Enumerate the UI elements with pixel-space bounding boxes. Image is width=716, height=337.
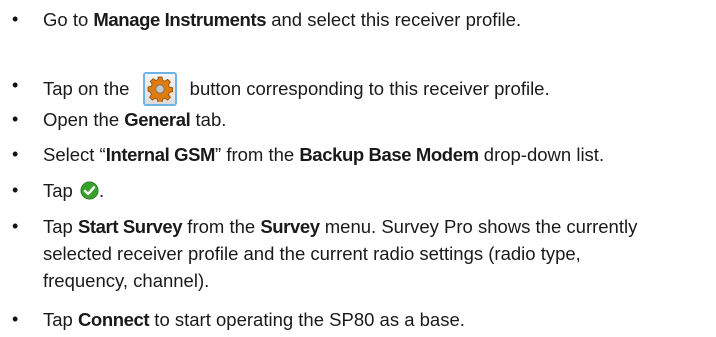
step-text-part: tab. — [190, 109, 227, 130]
ui-term: Manage Instruments — [93, 9, 267, 30]
ui-term: Connect — [77, 309, 150, 330]
bullet: • — [12, 309, 19, 329]
step-text: Tap . — [43, 177, 708, 204]
step-text-part: Tap — [43, 309, 78, 330]
list-item: • Tap . — [12, 177, 708, 204]
ui-term: Backup Base Modem — [299, 144, 479, 165]
step-text-part: . — [98, 180, 105, 201]
step-text: Open the General tab. — [43, 106, 708, 133]
gear-icon — [142, 72, 177, 106]
list-item: • Tap on the button corresponding to thi… — [12, 72, 708, 106]
bullet: • — [12, 180, 19, 200]
bullet: • — [12, 144, 19, 164]
bullet: • — [12, 216, 19, 236]
step-text-part: Tap — [43, 216, 78, 237]
step-text: Tap on the button corresponding to this … — [43, 72, 708, 106]
step-text-part: ” from the — [215, 144, 300, 165]
instruction-list: • Go to Manage Instruments and select th… — [0, 0, 716, 337]
step-text-part: to start operating the SP80 as a base. — [149, 309, 465, 330]
step-text-part: Tap — [43, 180, 78, 201]
ui-term: Internal GSM — [105, 144, 216, 165]
step-text: Go to Manage Instruments and select this… — [43, 6, 708, 33]
step-text-part: from the — [182, 216, 261, 237]
step-text-part: Go to — [43, 9, 94, 30]
step-text: Tap Connect to start operating the SP80 … — [43, 306, 708, 333]
step-text: Tap Start Survey from the Survey menu. S… — [43, 213, 643, 294]
list-item: • Tap Connect to start operating the SP8… — [12, 306, 708, 333]
checkmark-icon — [80, 181, 99, 200]
bullet: • — [12, 109, 19, 129]
bullet: • — [12, 75, 19, 95]
list-item: • Tap Start Survey from the Survey menu.… — [12, 213, 708, 294]
list-item: • Select “Internal GSM” from the Backup … — [12, 141, 708, 168]
step-text-part: Select “ — [43, 144, 106, 165]
step-text-part: Tap on the — [43, 78, 135, 99]
step-text-part: and select this receiver profile. — [266, 9, 522, 30]
ui-term: Start Survey — [77, 216, 183, 237]
step-text-part: Open the — [43, 109, 125, 130]
ui-term: General — [124, 109, 191, 130]
ui-term: Survey — [260, 216, 320, 237]
bullet: • — [12, 9, 19, 29]
list-item: • Open the General tab. — [12, 106, 708, 133]
step-text-part: drop-down list. — [478, 144, 605, 165]
step-text: Select “Internal GSM” from the Backup Ba… — [43, 141, 708, 168]
list-item: • Go to Manage Instruments and select th… — [12, 6, 708, 33]
step-text-part: button corresponding to this receiver pr… — [184, 78, 550, 99]
